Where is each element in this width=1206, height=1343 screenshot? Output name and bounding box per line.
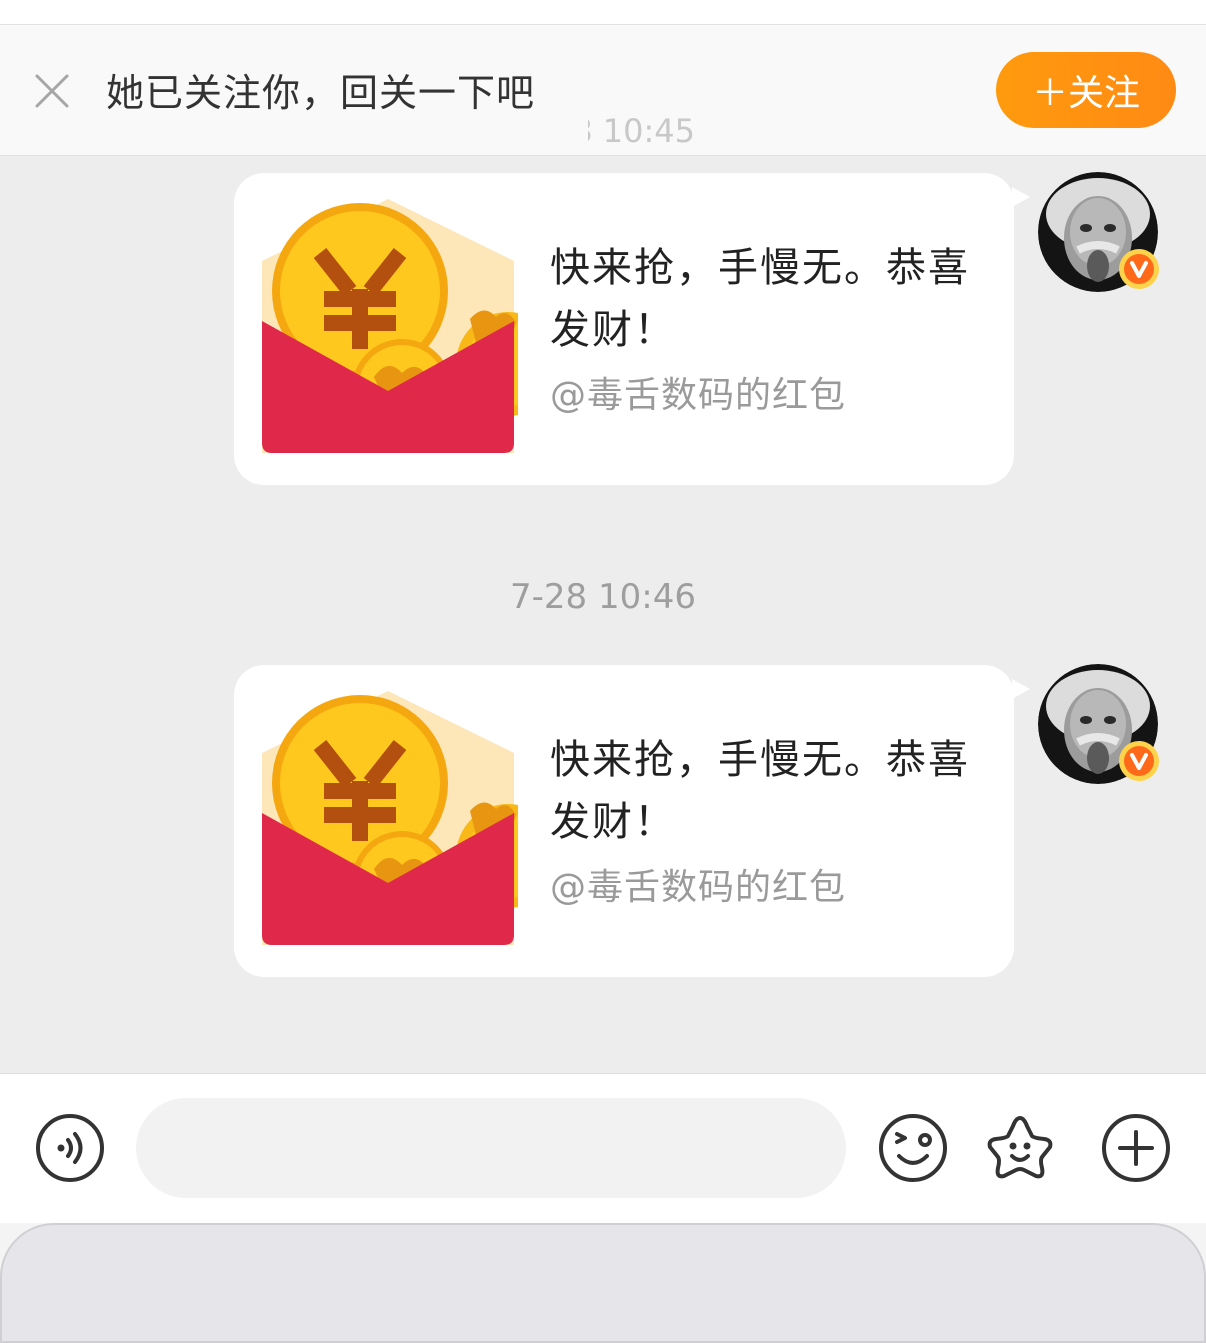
sticker-icon[interactable] [984,1112,1056,1184]
message-input[interactable] [136,1098,846,1198]
red-envelope-icon [262,691,518,945]
avatar[interactable] [1038,664,1160,786]
red-packet-sender: @毒舌数码的红包 [550,375,847,416]
red-packet-sender: @毒舌数码的红包 [550,867,847,908]
verified-badge-icon [1119,741,1159,781]
close-icon[interactable] [34,73,70,109]
red-envelope-icon [262,199,518,453]
follow-back-message: 她已关注你，回关一下吧 [106,71,536,115]
bottom-sheet [0,1223,1206,1343]
bubble-tail [1012,187,1030,207]
message-bubble[interactable]: 快来抢，手慢无。恭喜发财！ @毒舌数码的红包 [234,173,1030,485]
message-text: 快来抢，手慢无。恭喜发财！ [550,737,970,845]
message-input-bar [0,1073,1206,1224]
bottom-panel-area [0,1223,1206,1343]
message-timestamp: 7-28 10:46 [510,577,696,617]
red-packet-message[interactable]: 快来抢，手慢无。恭喜发财！ @毒舌数码的红包 [234,665,1030,977]
follow-button[interactable]: ＋关注 [996,52,1176,128]
verified-badge-icon [1119,249,1159,289]
message-text: 快来抢，手慢无。恭喜发财！ [550,245,970,353]
red-packet-message[interactable]: 快来抢，手慢无。恭喜发财！ @毒舌数码的红包 [234,173,1030,485]
bubble-tail [1012,679,1030,699]
add-icon[interactable] [1100,1112,1172,1184]
emoji-icon[interactable] [877,1112,949,1184]
avatar[interactable] [1038,172,1160,294]
hidden-timestamp: 7-28 10:45 [520,112,696,150]
voice-icon[interactable] [34,1112,106,1184]
message-bubble[interactable]: 快来抢，手慢无。恭喜发财！ @毒舌数码的红包 [234,665,1030,977]
follow-suggestion-bar: 7-28 10:45 她已关注你，回关一下吧 ＋关注 [0,25,1206,156]
status-strip [0,0,1206,25]
